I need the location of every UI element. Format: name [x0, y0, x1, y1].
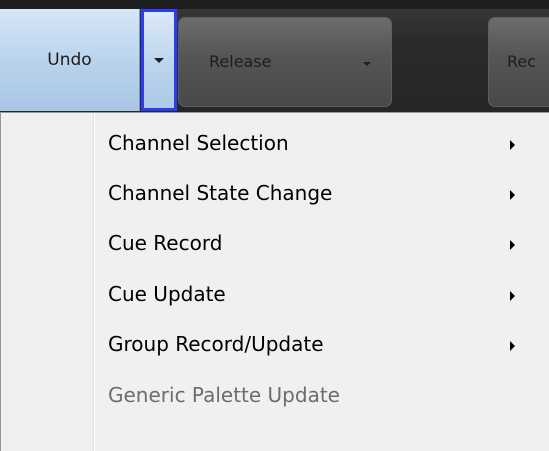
submenu-arrow-icon [510, 140, 515, 150]
menu-item-label: Channel Selection [108, 131, 289, 155]
release-button[interactable]: Release [178, 17, 392, 107]
chevron-down-icon [154, 57, 164, 63]
screen: Undo Release Rec Channel Selection Chann… [0, 0, 549, 451]
record-button-label: Rec [507, 52, 537, 71]
submenu-arrow-icon [510, 190, 515, 200]
record-button[interactable]: Rec [488, 17, 549, 107]
toolbar: Undo Release Rec [0, 0, 549, 112]
undo-button[interactable]: Undo [0, 9, 140, 111]
release-button-label: Release [209, 52, 272, 71]
menu-item-label: Channel State Change [108, 181, 333, 205]
submenu-arrow-icon [510, 291, 515, 301]
submenu-arrow-icon [510, 240, 515, 250]
toolbar-top-strip [0, 0, 549, 9]
menu-item-channel-selection[interactable]: Channel Selection [1, 125, 549, 169]
undo-button-label: Undo [47, 50, 92, 70]
undo-dropdown-menu: Channel Selection Channel State Change C… [0, 112, 549, 451]
menu-item-label: Group Record/Update [108, 332, 324, 356]
menu-item-cue-update[interactable]: Cue Update [1, 276, 549, 320]
submenu-arrow-icon [510, 341, 515, 351]
menu-item-cue-record[interactable]: Cue Record [1, 225, 549, 269]
chevron-down-icon[interactable] [363, 62, 371, 66]
undo-dropdown-button[interactable] [141, 9, 177, 111]
menu-item-generic-palette-update: Generic Palette Update [1, 377, 549, 421]
menu-item-label: Cue Record [108, 231, 223, 255]
menu-item-label: Cue Update [108, 282, 226, 306]
menu-item-group-record-update[interactable]: Group Record/Update [1, 326, 549, 370]
menu-item-channel-state-change[interactable]: Channel State Change [1, 175, 549, 219]
menu-item-label: Generic Palette Update [108, 383, 340, 407]
